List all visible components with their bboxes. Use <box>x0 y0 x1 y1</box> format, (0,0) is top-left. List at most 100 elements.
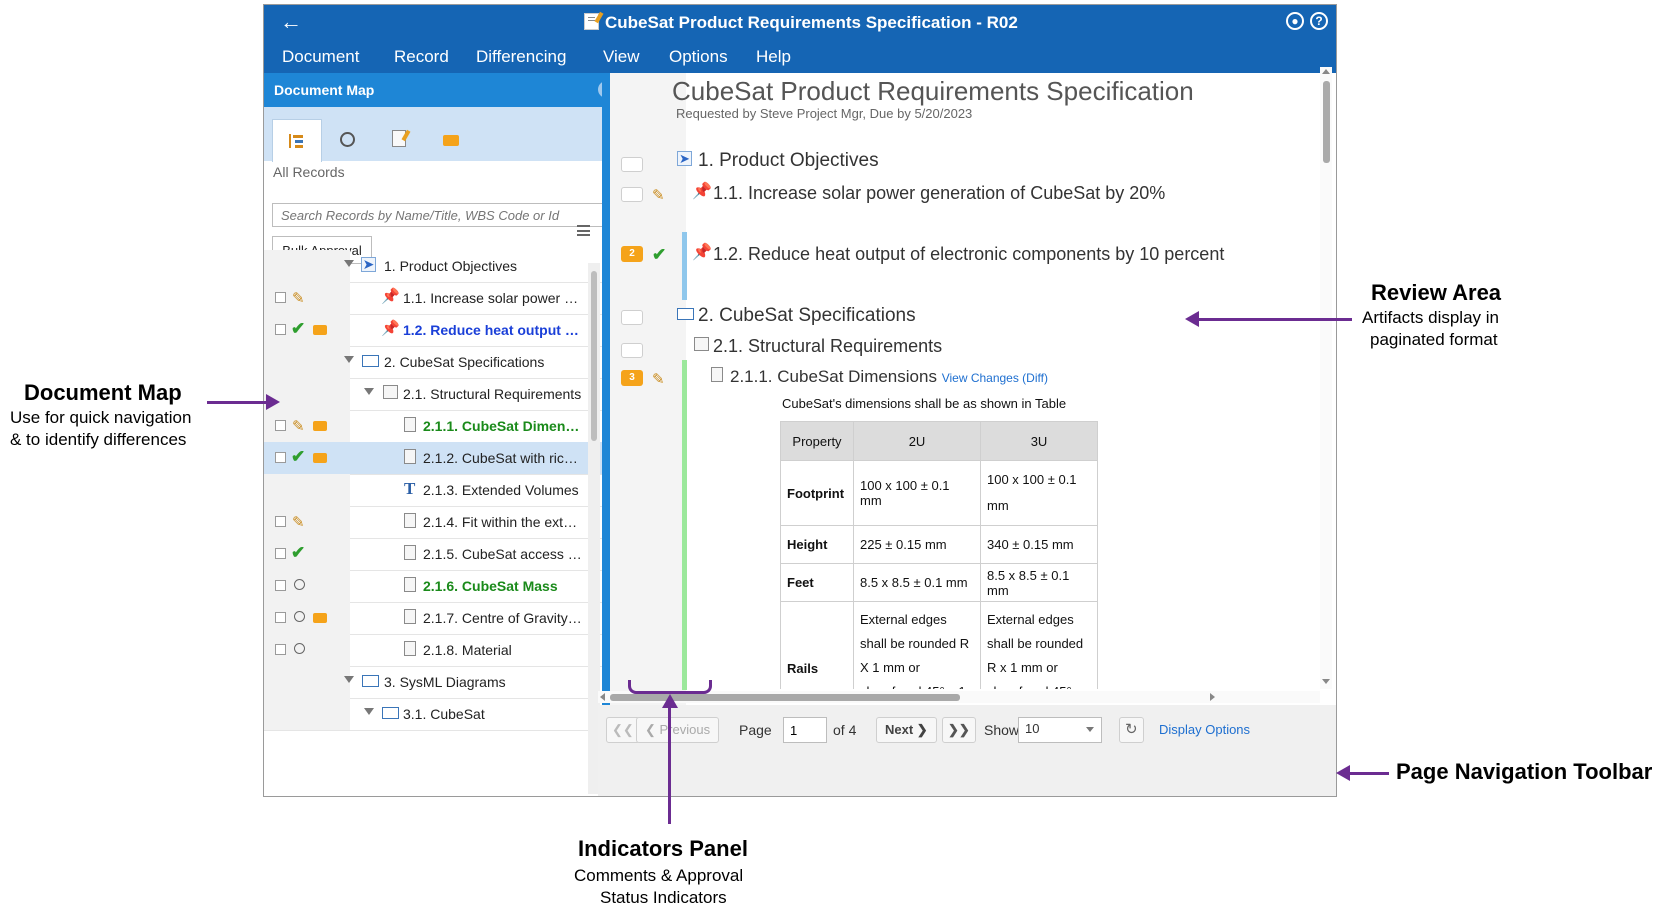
tree-row[interactable]: 2.1.8. Material <box>264 634 604 667</box>
tree-row[interactable]: 2. CubeSat Specifications <box>264 346 604 379</box>
expand-toggle-icon[interactable] <box>344 260 354 267</box>
document-icon <box>404 577 416 592</box>
comment-icon <box>313 325 327 335</box>
view-changes-link[interactable]: View Changes (Diff) <box>942 371 1048 385</box>
document-map-title: Document Map <box>274 82 375 98</box>
document-map-panel: Document Map ❮ All Records Bulk Approval <box>264 73 627 796</box>
tree-row[interactable]: ✎ 2.1.4. Fit within the exten... <box>264 506 604 539</box>
scroll-up-arrow-icon[interactable] <box>1322 69 1330 74</box>
document-icon <box>383 385 398 399</box>
row-checkbox[interactable] <box>275 452 286 463</box>
approved-check-icon: ✔ <box>291 543 306 562</box>
back-arrow-icon[interactable]: ← <box>280 9 302 35</box>
last-page-button[interactable]: ❯❯ <box>942 717 976 743</box>
tree-row[interactable]: ✔ 📌 1.2. Reduce heat output of ... <box>264 314 604 347</box>
tree-row[interactable]: ✎ 2.1.1. CubeSat Dimensi... <box>264 410 604 443</box>
menu-differencing[interactable]: Differencing <box>476 47 566 67</box>
row-checkbox[interactable] <box>275 292 286 303</box>
pencil-icon: ✎ <box>292 514 305 531</box>
tab-edits[interactable] <box>375 119 423 161</box>
page-number-input[interactable] <box>783 717 827 743</box>
scrollbar-thumb[interactable] <box>591 271 597 441</box>
folder-icon <box>362 355 379 367</box>
table-cell: Footprint <box>780 460 854 526</box>
row-checkbox[interactable] <box>275 420 286 431</box>
menu-view[interactable]: View <box>603 47 640 67</box>
annotation-review-title: Review Area <box>1371 280 1502 305</box>
document-icon <box>694 337 709 351</box>
tree-row-selected[interactable]: ✔ 2.1.2. CubeSat with rich-t... <box>264 442 604 475</box>
menu-help[interactable]: Help <box>756 47 791 67</box>
tree-row[interactable]: T 2.1.3. Extended Volumes <box>264 474 604 507</box>
tree-row-label: 2.1.5. CubeSat access h... <box>423 546 583 562</box>
tree-row-label: 3. SysML Diagrams <box>384 674 506 690</box>
page-navigation-toolbar: ❮❮ ❮ Previous Page of 4 Next ❯ ❯❯ Show 1… <box>598 705 1336 796</box>
row-checkbox[interactable] <box>275 324 286 335</box>
expand-toggle-icon[interactable] <box>364 708 374 715</box>
tab-tree-view[interactable] <box>272 119 322 162</box>
tree-row[interactable]: ➤ 1. Product Objectives <box>264 250 604 283</box>
tab-comments[interactable] <box>427 119 475 161</box>
scrollbar-thumb[interactable] <box>1323 81 1330 163</box>
display-options-link[interactable]: Display Options <box>1159 722 1250 737</box>
tree-row[interactable]: ✔ 2.1.5. CubeSat access h... <box>264 538 604 571</box>
tree-row[interactable]: 3.1. CubeSat <box>264 698 604 731</box>
row-checkbox[interactable] <box>275 580 286 591</box>
scroll-left-arrow-icon[interactable] <box>600 693 605 701</box>
tree-row[interactable]: 2.1.6. CubeSat Mass <box>264 570 604 603</box>
tree-row-label: 2.1. Structural Requirements <box>403 386 582 402</box>
review-scrollbar-vertical[interactable] <box>1320 67 1332 689</box>
page-size-select[interactable]: 10 <box>1018 717 1102 743</box>
expand-toggle-icon[interactable] <box>344 356 354 363</box>
refresh-button[interactable]: ↻ <box>1119 717 1144 743</box>
empty-comment-icon[interactable] <box>621 187 643 202</box>
panel-splitter[interactable] <box>602 73 610 796</box>
indicators-panel: ✎ 2 ✔ 3 ✎ <box>610 73 686 714</box>
row-checkbox[interactable] <box>275 548 286 559</box>
tree-row[interactable]: 2.1.7. Centre of Gravity o... <box>264 602 604 635</box>
row-checkbox[interactable] <box>275 516 286 527</box>
table-row: Height 225 ± 0.15 mm 340 ± 0.15 mm <box>780 525 1098 564</box>
menu-record[interactable]: Record <box>394 47 449 67</box>
tree-row[interactable]: 3. SysML Diagrams <box>264 666 604 699</box>
tree-row[interactable]: 2.1. Structural Requirements <box>264 378 604 411</box>
empty-comment-icon[interactable] <box>621 343 643 358</box>
pencil-icon: ✎ <box>292 418 305 435</box>
first-page-button[interactable]: ❮❮ <box>606 717 640 743</box>
tree-row-label: 2.1.6. CubeSat Mass <box>423 578 558 594</box>
document-heading: CubeSat Product Requirements Specificati… <box>672 76 1194 106</box>
comment-count-badge[interactable]: 3 <box>621 370 643 386</box>
search-records-input[interactable] <box>272 203 617 227</box>
tab-history[interactable] <box>323 119 371 161</box>
scroll-right-arrow-icon[interactable] <box>1210 693 1215 701</box>
annotation-arrow <box>1198 318 1352 321</box>
expand-toggle-icon[interactable] <box>344 676 354 683</box>
tree-row-label: 1.1. Increase solar power ge... <box>403 290 581 306</box>
document-icon <box>404 513 416 528</box>
tree-row[interactable]: ✎ 📌 1.1. Increase solar power ge... <box>264 282 604 315</box>
scroll-down-arrow-icon[interactable] <box>1322 679 1330 684</box>
document-edit-icon <box>392 129 411 147</box>
table-cell: 225 ± 0.15 mm <box>853 525 981 564</box>
help-icon[interactable]: ? <box>1310 12 1328 30</box>
table-row: Footprint 100 x 100 ± 0.1 mm 100 x 100 ±… <box>780 460 1098 526</box>
row-checkbox[interactable] <box>275 644 286 655</box>
table-cell: Rails <box>780 601 854 689</box>
dimensions-table: Property 2U 3U Footprint 100 x 100 ± 0.1… <box>780 421 1098 689</box>
menu-document[interactable]: Document <box>282 47 359 67</box>
comment-count-badge[interactable]: 2 <box>621 246 643 262</box>
annotation-indicators-title: Indicators Panel <box>578 836 748 861</box>
tree-row-label: 2.1.2. CubeSat with rich-t... <box>423 450 583 466</box>
empty-comment-icon[interactable] <box>621 310 643 325</box>
stopwatch-icon <box>339 132 355 147</box>
row-checkbox[interactable] <box>275 612 286 623</box>
hamburger-menu-icon[interactable] <box>577 225 590 236</box>
menu-options[interactable]: Options <box>669 47 728 67</box>
next-page-button[interactable]: Next ❯ <box>876 717 937 743</box>
previous-page-button[interactable]: ❮ Previous <box>636 717 720 743</box>
empty-comment-icon[interactable] <box>621 157 643 172</box>
tree-row-label: 1.2. Reduce heat output of ... <box>403 322 581 338</box>
user-account-icon[interactable]: ● <box>1286 12 1304 30</box>
document-title-bar: CubeSat Product Requirements Specificati… <box>584 11 1018 33</box>
expand-toggle-icon[interactable] <box>364 388 374 395</box>
